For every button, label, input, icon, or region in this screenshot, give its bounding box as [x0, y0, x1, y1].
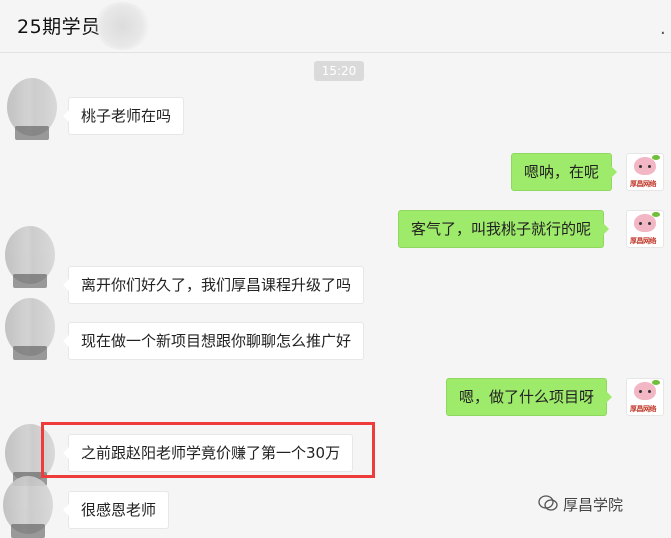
- chat-header: 25期学员 .: [0, 0, 671, 53]
- sender-avatar[interactable]: [3, 476, 53, 538]
- avatar-face-icon: [634, 157, 656, 175]
- blurred-title-overlay: [94, 2, 150, 50]
- sender-avatar[interactable]: [5, 298, 55, 360]
- sender-avatar[interactable]: [5, 226, 55, 288]
- wechat-logo-icon: [538, 495, 558, 511]
- avatar-brand-text: 厚昌网络: [630, 405, 657, 413]
- message-bubble-left: 现在做一个新项目想跟你聊聊怎么推广好: [62, 322, 365, 360]
- timestamp-badge: 15:20: [314, 61, 364, 81]
- chat-title: 25期学员: [17, 16, 101, 38]
- message-bubble-right: 嗯，做了什么项目呀: [446, 378, 613, 416]
- message-bubble-left: 很感恩老师: [62, 491, 170, 529]
- watermark-text: 厚昌学院: [563, 496, 624, 514]
- message-bubble-right: 客气了，叫我桃子就行的呢: [398, 210, 610, 248]
- more-options-icon[interactable]: .: [660, 20, 666, 38]
- message-bubble-left: 桃子老师在吗: [62, 97, 185, 135]
- teacher-avatar[interactable]: 厚昌网络: [626, 210, 664, 248]
- leaf-icon: [652, 212, 660, 217]
- teacher-avatar[interactable]: 厚昌网络: [626, 378, 664, 416]
- teacher-avatar[interactable]: 厚昌网络: [626, 153, 664, 191]
- message-bubble-right: 嗯呐，在呢: [511, 153, 618, 191]
- message-bubble-left: 离开你们好久了，我们厚昌课程升级了吗: [62, 266, 365, 304]
- sender-avatar[interactable]: [7, 78, 57, 140]
- avatar-face-icon: [634, 382, 656, 400]
- avatar-brand-text: 厚昌网络: [630, 180, 657, 188]
- red-highlight-box: [41, 422, 375, 478]
- leaf-icon: [652, 155, 660, 160]
- avatar-face-icon: [634, 214, 656, 232]
- avatar-brand-text: 厚昌网络: [630, 237, 657, 245]
- leaf-icon: [652, 380, 660, 385]
